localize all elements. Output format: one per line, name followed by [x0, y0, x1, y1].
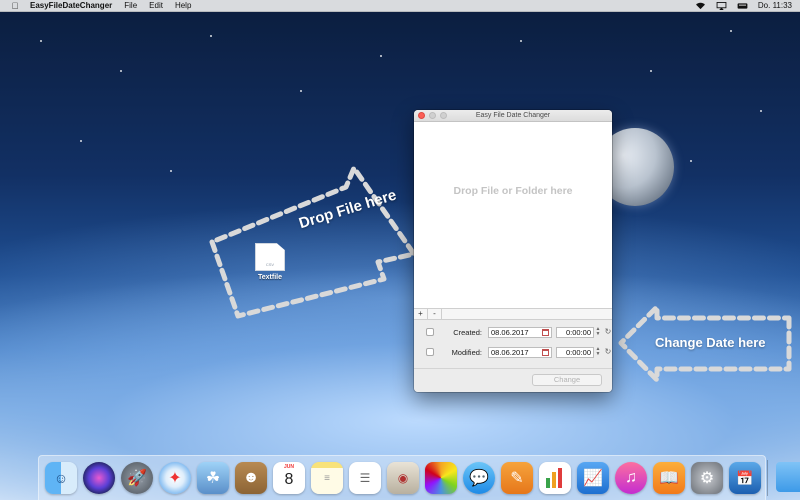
downloads-folder-icon[interactable] — [776, 462, 800, 492]
app-window: Easy File Date Changer Drop File or Fold… — [414, 110, 612, 392]
window-bottom-bar: Change — [414, 368, 612, 392]
drop-zone-label: Drop File or Folder here — [453, 185, 573, 197]
pages-icon[interactable]: ✎ — [501, 462, 533, 494]
photos-icon[interactable] — [425, 462, 457, 494]
notes-icon[interactable]: ≡ — [311, 462, 343, 494]
launchpad-icon[interactable]: 🚀 — [121, 462, 153, 494]
preview-icon[interactable]: ☘ — [197, 462, 229, 494]
created-reset-icon[interactable]: ↻ — [604, 328, 612, 336]
finder-icon[interactable]: ☺ — [45, 462, 77, 494]
modified-time-stepper[interactable]: ▲ ▼ — [595, 347, 601, 358]
desktop-file-textfile[interactable]: CSV Textfile — [248, 243, 292, 281]
numbers-icon[interactable] — [539, 462, 571, 494]
messages-icon[interactable]: 💬 — [463, 462, 495, 494]
calendar-icon[interactable] — [542, 328, 549, 336]
easyfiledatechanger-icon[interactable]: 📅 — [729, 462, 761, 494]
window-titlebar[interactable]: Easy File Date Changer — [414, 110, 612, 122]
siri-icon[interactable] — [83, 462, 115, 494]
remove-file-button[interactable]: - — [428, 309, 442, 319]
dock-separator — [767, 460, 768, 496]
hint-arrows — [209, 140, 792, 383]
window-title: Easy File Date Changer — [475, 112, 551, 119]
keynote-icon[interactable]: 📈 — [577, 462, 609, 494]
modified-label: Modified: — [451, 347, 482, 357]
calendar-icon-dock[interactable]: JUN 8 — [273, 462, 305, 494]
safari-icon[interactable]: ✦ — [159, 462, 191, 494]
modified-row: Modified: 08.06.2017 0:00:00 ▲ ▼ ↻ — [414, 345, 612, 359]
desktop-file-label: Textfile — [258, 274, 282, 281]
minimize-window-button[interactable] — [429, 112, 436, 119]
created-row: Created: 08.06.2017 0:00:00 ▲ ▼ ↻ — [414, 325, 612, 339]
calendar-icon[interactable] — [542, 348, 549, 356]
add-file-button[interactable]: + — [414, 309, 428, 319]
contacts-icon[interactable]: ☻ — [235, 462, 267, 494]
itunes-icon[interactable]: ♫ — [615, 462, 647, 494]
created-time-field[interactable]: 0:00:00 — [556, 326, 594, 338]
created-checkbox[interactable] — [426, 328, 434, 336]
ibooks-icon[interactable]: 📖 — [653, 462, 685, 494]
zoom-window-button[interactable] — [440, 112, 447, 119]
created-label: Created: — [453, 327, 482, 337]
change-button[interactable]: Change — [532, 374, 602, 386]
created-date-field[interactable]: 08.06.2017 — [488, 326, 552, 338]
file-drop-zone[interactable]: Drop File or Folder here — [414, 122, 612, 308]
modified-checkbox[interactable] — [426, 348, 434, 356]
list-controls: + - — [414, 308, 612, 320]
change-date-hint: Change Date here — [655, 335, 766, 350]
system-preferences-icon[interactable]: ⚙ — [691, 462, 723, 494]
created-time-stepper[interactable]: ▲ ▼ — [595, 327, 601, 338]
modified-date-field[interactable]: 08.06.2017 — [488, 346, 552, 358]
photo-booth-icon[interactable]: ◉ — [387, 462, 419, 494]
modified-reset-icon[interactable]: ↻ — [604, 348, 612, 356]
close-window-button[interactable] — [418, 112, 425, 119]
modified-time-field[interactable]: 0:00:00 — [556, 346, 594, 358]
document-icon: CSV — [255, 243, 285, 271]
reminders-icon[interactable]: ☰ — [349, 462, 381, 494]
dock: ☺ 🚀 ✦ ☘ ☻ JUN 8 ≡ ☰ ◉ 💬 ✎ 📈 ♫ 📖 ⚙ 📅 — [38, 455, 768, 500]
